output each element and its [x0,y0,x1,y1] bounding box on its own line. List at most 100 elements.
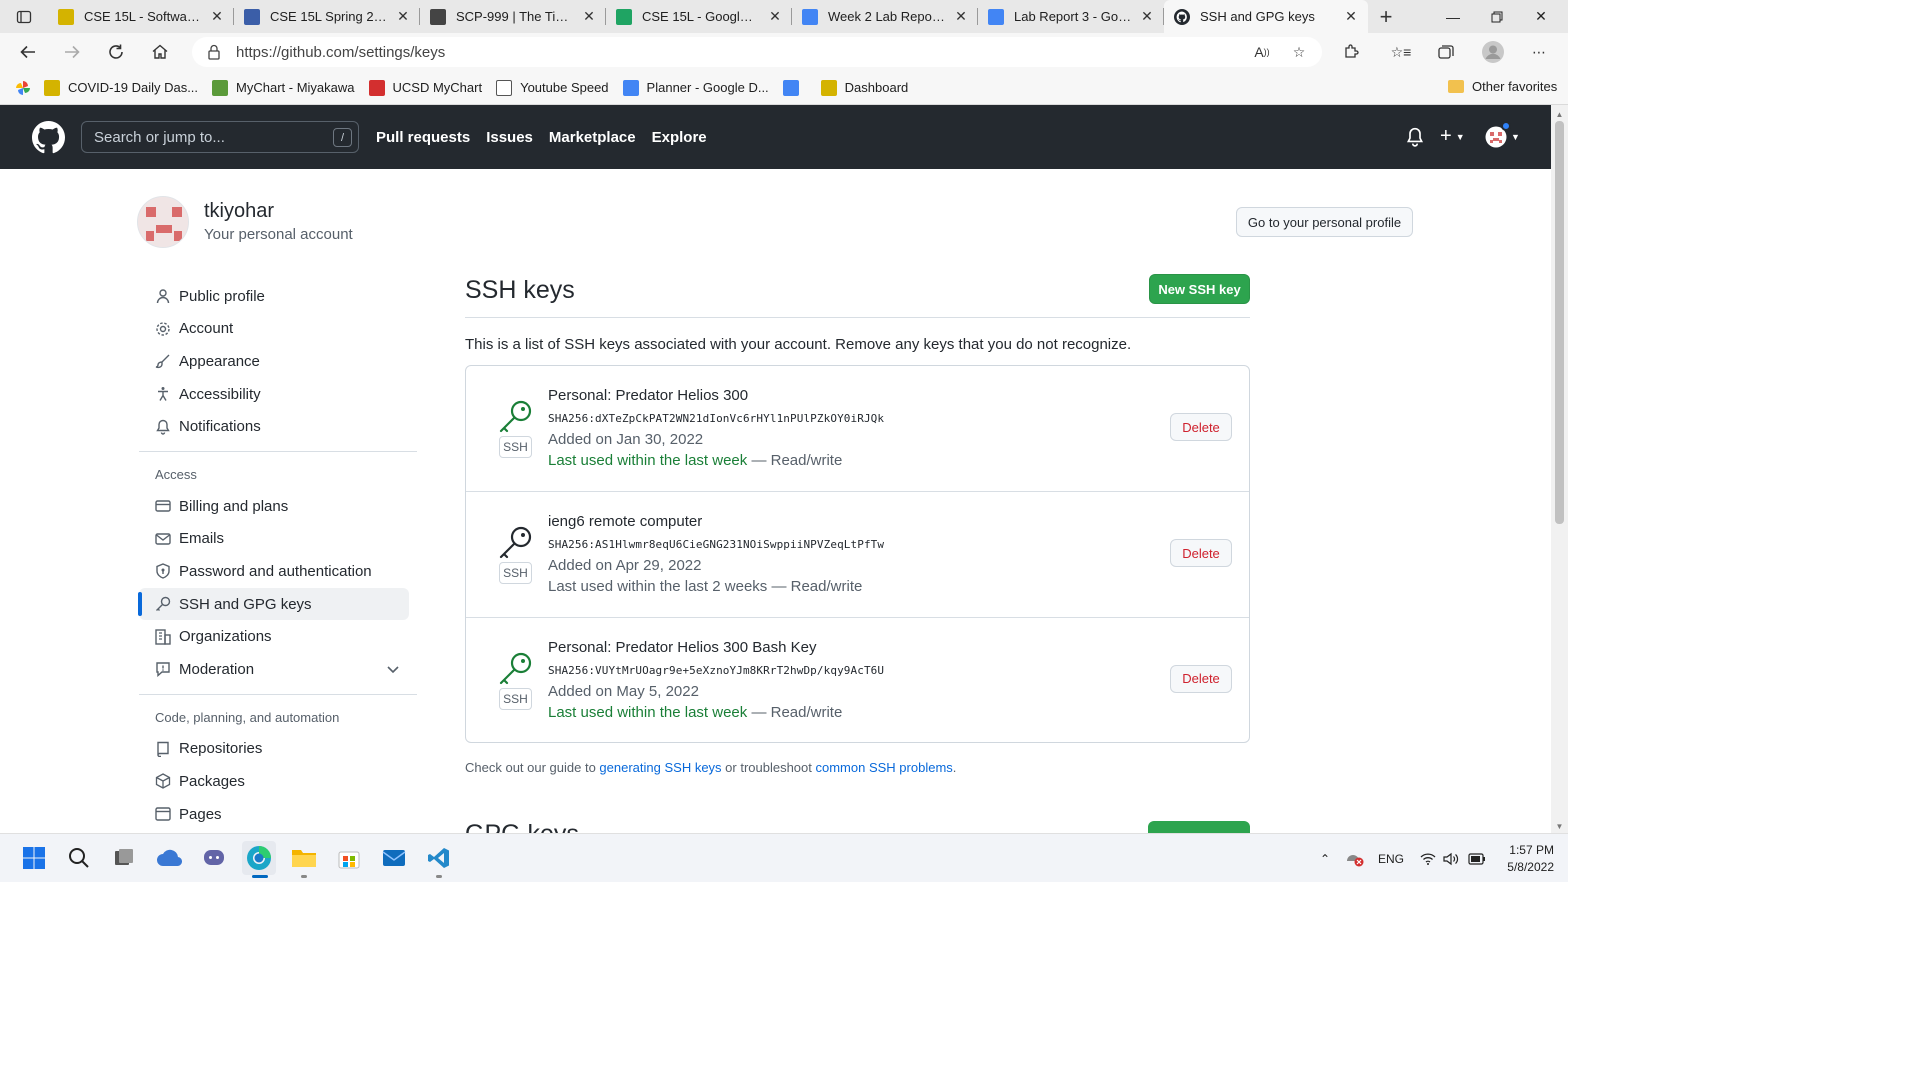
sidebar-item-organizations[interactable]: Organizations [139,620,417,653]
new-gpg-key-button-partial[interactable] [1148,821,1250,833]
teams-chat-icon[interactable] [197,841,231,875]
tab-close-icon[interactable]: ✕ [1138,8,1156,25]
minimize-icon[interactable]: — [1430,0,1476,33]
back-icon[interactable] [6,36,50,68]
browser-tab[interactable]: SCP-999 | The Tickle M ✕ [420,0,606,33]
favorite-link[interactable] [782,79,807,96]
notifications-bell-icon[interactable] [1406,127,1424,152]
new-ssh-key-button[interactable]: New SSH key [1149,274,1250,304]
account-avatar[interactable] [137,196,189,248]
file-explorer-icon[interactable] [287,841,321,878]
pinwheel-icon[interactable] [16,80,30,95]
scrollbar-thumb[interactable] [1555,121,1564,524]
scroll-up-icon[interactable]: ▲ [1551,107,1568,121]
page-scrollbar[interactable]: ▲ ▼ [1551,105,1568,833]
refresh-icon[interactable] [94,36,138,68]
generating-ssh-keys-link[interactable]: generating SSH keys [599,760,721,775]
favorite-link[interactable]: UCSD MyChart [368,79,482,96]
more-menu-icon[interactable]: ⋯ [1525,40,1553,64]
other-favorites-folder[interactable]: Other favorites [1448,79,1557,94]
delete-key-button[interactable]: Delete [1170,539,1232,568]
sidebar-item-appearance[interactable]: Appearance [139,345,417,378]
scroll-down-icon[interactable]: ▼ [1551,819,1568,833]
windows-start-icon[interactable] [17,841,51,875]
github-search-input[interactable]: Search or jump to... / [81,121,359,153]
extensions-icon[interactable] [1337,40,1365,64]
sidebar-item-notifications[interactable]: Notifications [139,410,417,443]
forward-icon[interactable] [50,36,94,68]
sidebar-item-label: Pages [179,805,222,823]
sidebar-item-accessibility[interactable]: Accessibility [139,378,417,411]
read-aloud-icon[interactable]: A)) [1248,40,1276,64]
go-to-profile-button[interactable]: Go to your personal profile [1236,207,1413,237]
task-view-icon[interactable] [107,841,141,875]
favorite-link[interactable]: Planner - Google D... [622,79,769,96]
show-hidden-icons-chevron[interactable]: ⌃ [1320,834,1330,883]
onedrive-icon[interactable] [152,841,186,875]
lock-icon[interactable] [192,44,236,60]
security-alert-icon[interactable] [1345,834,1365,883]
microsoft-store-icon[interactable] [332,841,366,875]
address-bar[interactable]: https://github.com/settings/keys [192,37,1322,67]
browser-tab[interactable]: CSE 15L - Google Driv ✕ [606,0,792,33]
mail-icon[interactable] [377,841,411,875]
github-logo-icon[interactable] [32,121,65,159]
browser-tab[interactable]: Week 2 Lab Report W ✕ [792,0,978,33]
search-icon[interactable] [62,841,96,875]
vscode-icon[interactable] [422,841,456,878]
add-favorite-icon[interactable]: ☆ [1285,40,1313,64]
sidebar-item-ssh-and-gpg-keys[interactable]: SSH and GPG keys [138,587,409,621]
common-ssh-problems-link[interactable]: common SSH problems [816,760,953,775]
home-icon[interactable] [138,36,182,68]
sidebar-item-password-and-authentication[interactable]: Password and authentication [139,555,417,588]
volume-icon[interactable] [1443,834,1459,883]
new-tab-button[interactable]: + [1368,0,1404,33]
favorite-link[interactable]: Youtube Speed [496,79,609,96]
tab-actions-icon[interactable] [0,0,48,33]
window-close-icon[interactable]: ✕ [1518,0,1564,33]
sidebar-item-emails[interactable]: Emails [139,523,417,556]
github-nav-issues[interactable]: Issues [486,129,533,146]
browser-tab[interactable]: CSE 15L - Software To ✕ [48,0,234,33]
system-clock[interactable]: 1:57 PM 5/8/2022 [1507,842,1554,876]
language-indicator[interactable]: ENG [1378,834,1404,883]
sidebar-item-public-profile[interactable]: Public profile [139,280,417,313]
chevron-down-icon[interactable] [387,661,399,678]
profile-avatar-icon[interactable] [1479,40,1507,64]
sidebar-item-moderation[interactable]: Moderation [139,653,417,686]
settings-sidebar: Public profile Account Appearance Accessibi… [138,280,417,831]
github-nav-explore[interactable]: Explore [652,129,707,146]
sidebar-item-pages[interactable]: Pages [139,798,417,831]
github-nav-marketplace[interactable]: Marketplace [549,129,636,146]
user-avatar-menu[interactable]: ▼ [1485,121,1520,153]
edge-browser-icon[interactable] [242,841,276,878]
tab-close-icon[interactable]: ✕ [952,8,970,25]
tab-close-icon[interactable]: ✕ [394,8,412,25]
wifi-icon[interactable] [1420,834,1436,883]
browser-tab[interactable]: CSE 15L Spring 2022 - ✕ [234,0,420,33]
sidebar-item-label: Billing and plans [179,497,289,515]
browser-tab[interactable]: SSH and GPG keys ✕ [1164,0,1368,33]
sidebar-item-packages[interactable]: Packages [139,765,417,798]
favorite-link[interactable]: COVID-19 Daily Das... [44,79,198,96]
account-username[interactable]: tkiyohar [204,200,274,223]
battery-icon[interactable] [1468,834,1486,883]
delete-key-button[interactable]: Delete [1170,664,1232,693]
tab-close-icon[interactable]: ✕ [766,8,784,25]
create-new-plus-icon[interactable]: + ▼ [1440,125,1465,148]
sidebar-item-account[interactable]: Account [139,313,417,346]
browser-tab[interactable]: Lab Report 3 - Google ✕ [978,0,1164,33]
delete-key-button[interactable]: Delete [1170,413,1232,441]
collections-icon[interactable] [1432,40,1460,64]
favorite-link[interactable]: MyChart - Miyakawa [212,79,355,96]
sidebar-item-repositories[interactable]: Repositories [139,733,417,766]
tab-close-icon[interactable]: ✕ [580,8,598,25]
tab-close-icon[interactable]: ✕ [1342,8,1360,25]
restore-icon[interactable] [1474,0,1520,33]
tab-close-icon[interactable]: ✕ [208,8,226,25]
favorite-link[interactable]: Dashboard [820,79,908,96]
sidebar-item-billing-and-plans[interactable]: Billing and plans [139,490,417,523]
github-nav-pull-requests[interactable]: Pull requests [376,129,470,146]
favorites-icon[interactable]: ☆≡ [1387,40,1415,64]
sidebar-divider [139,693,417,695]
